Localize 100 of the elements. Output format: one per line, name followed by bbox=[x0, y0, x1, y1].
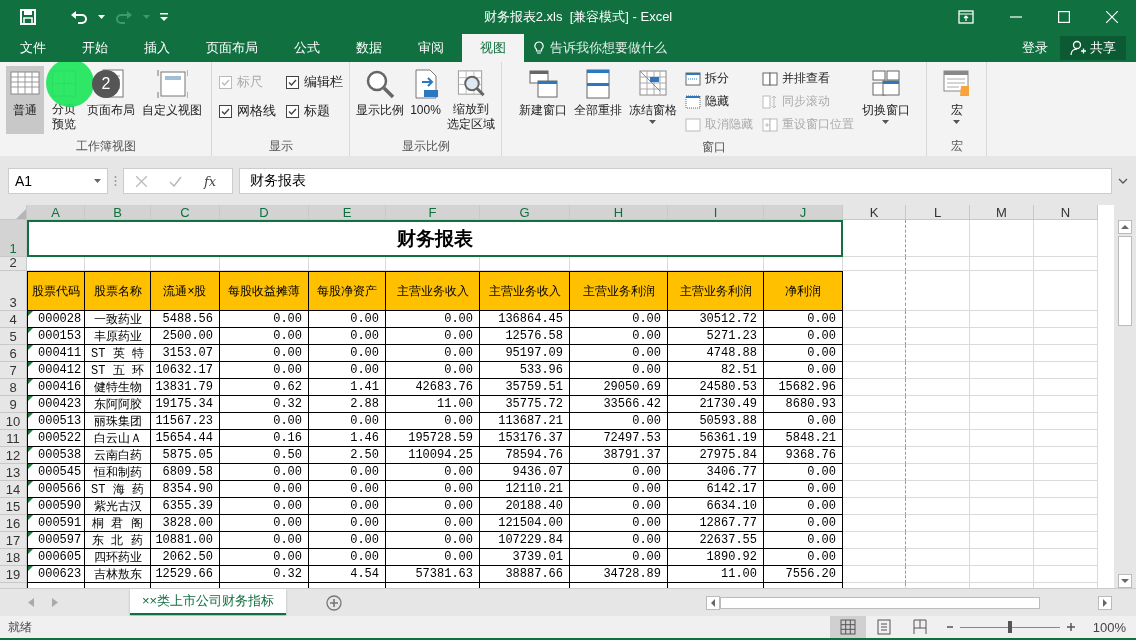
add-sheet-icon[interactable] bbox=[326, 595, 343, 611]
ribbon-button[interactable]: 显示比例 bbox=[354, 66, 407, 134]
ribbon-button[interactable]: 缩放到 选定区域 bbox=[444, 66, 497, 134]
table-cell bbox=[906, 549, 970, 566]
row-header[interactable]: 17 bbox=[0, 532, 27, 549]
share-button[interactable]: 共享 bbox=[1060, 36, 1126, 60]
ribbon-button[interactable]: 拆分 bbox=[684, 69, 753, 88]
row-header[interactable]: 15 bbox=[0, 498, 27, 515]
name-box[interactable]: A1 bbox=[8, 168, 108, 194]
row-header[interactable]: 19 bbox=[0, 566, 27, 583]
row-header[interactable]: 14 bbox=[0, 481, 27, 498]
row-header[interactable]: 6 bbox=[0, 345, 27, 362]
row-header[interactable]: 3 bbox=[0, 271, 27, 311]
checkbox-option[interactable]: 编辑栏 bbox=[285, 74, 343, 91]
scroll-left-icon[interactable] bbox=[706, 596, 720, 610]
ribbon-button[interactable]: 全部重排 bbox=[570, 66, 625, 134]
column-header[interactable]: N bbox=[1034, 205, 1098, 220]
column-header[interactable]: H bbox=[570, 205, 668, 220]
ribbon-button[interactable]: 宏 bbox=[937, 66, 976, 134]
zoom-level[interactable]: 100% bbox=[1076, 619, 1136, 635]
ribbon-button[interactable]: 自定义视图 bbox=[139, 66, 205, 134]
undo-icon[interactable] bbox=[70, 9, 88, 25]
menu-tab[interactable]: 数据 bbox=[338, 34, 400, 62]
customize-menu-icon[interactable] bbox=[160, 13, 168, 21]
column-header[interactable]: G bbox=[480, 205, 570, 220]
zoom-in-icon[interactable] bbox=[1066, 622, 1076, 632]
ribbon-button[interactable]: 切换窗口 bbox=[858, 66, 913, 134]
row-header[interactable]: 4 bbox=[0, 311, 27, 328]
slider-thumb[interactable] bbox=[1008, 621, 1012, 633]
checkbox-option[interactable]: 网格线 bbox=[218, 103, 276, 120]
sheet-tab[interactable]: ××类上市公司财务指标 bbox=[130, 589, 287, 615]
row-header[interactable]: 2 bbox=[0, 257, 27, 271]
checkbox-option[interactable]: 标题 bbox=[285, 103, 343, 120]
table-cell: 000538 bbox=[27, 447, 85, 464]
tell-me-placeholder: 告诉我你想要做什么 bbox=[550, 39, 667, 57]
column-header[interactable]: M bbox=[970, 205, 1034, 220]
column-header[interactable]: A bbox=[27, 205, 85, 220]
save-icon[interactable] bbox=[20, 9, 36, 25]
table-cell: 0.00 bbox=[570, 549, 668, 566]
column-header[interactable]: E bbox=[309, 205, 386, 220]
menu-tab[interactable]: 审阅 bbox=[400, 34, 462, 62]
sign-in-link[interactable]: 登录 bbox=[1022, 34, 1048, 62]
table-cell: 12110.21 bbox=[480, 481, 570, 498]
scroll-down-icon[interactable] bbox=[1118, 574, 1132, 588]
menu-tab[interactable]: 插入 bbox=[126, 34, 188, 62]
ribbon-button[interactable]: 冻结窗格 bbox=[625, 66, 680, 134]
ribbon-button[interactable]: 100% bbox=[407, 66, 444, 134]
menu-tab[interactable]: 公式 bbox=[276, 34, 338, 62]
row-header[interactable]: 7 bbox=[0, 362, 27, 379]
formula-field[interactable]: 财务报表 bbox=[239, 168, 1112, 194]
row-header[interactable]: 18 bbox=[0, 549, 27, 566]
table-cell bbox=[906, 311, 970, 328]
column-header[interactable]: C bbox=[151, 205, 220, 220]
zoom-out-icon[interactable] bbox=[946, 623, 954, 631]
insert-function-button[interactable]: fx bbox=[204, 173, 217, 189]
vertical-scrollbar[interactable] bbox=[1114, 205, 1136, 588]
scrollbar-thumb[interactable] bbox=[720, 597, 1040, 609]
checkbox[interactable] bbox=[285, 105, 299, 118]
checkbox[interactable] bbox=[218, 105, 232, 118]
ribbon-display-icon[interactable] bbox=[958, 10, 974, 24]
menu-tab[interactable]: 页面布局 bbox=[188, 34, 276, 62]
tell-me-box[interactable]: 告诉我你想要做什么 bbox=[534, 34, 667, 62]
ribbon-button[interactable]: 新建窗口 bbox=[515, 66, 570, 134]
expand-icon[interactable] bbox=[1118, 178, 1128, 184]
checkbox[interactable] bbox=[285, 76, 299, 89]
row-header[interactable]: 16 bbox=[0, 515, 27, 532]
row-header[interactable]: 12 bbox=[0, 447, 27, 464]
caret-icon[interactable] bbox=[98, 15, 105, 19]
caret-icon[interactable] bbox=[94, 179, 101, 183]
row-header[interactable]: 10 bbox=[0, 413, 27, 430]
scroll-up-icon[interactable] bbox=[1118, 220, 1132, 234]
checkbox-label: 网格线 bbox=[236, 103, 276, 120]
column-header[interactable]: L bbox=[906, 205, 970, 220]
column-header[interactable]: K bbox=[843, 205, 906, 220]
row-header[interactable]: 9 bbox=[0, 396, 27, 413]
column-header[interactable]: J bbox=[764, 205, 843, 220]
column-header[interactable]: D bbox=[220, 205, 309, 220]
menu-tab[interactable]: 文件 bbox=[0, 34, 64, 62]
row-header[interactable]: 13 bbox=[0, 464, 27, 481]
table-cell: 0.00 bbox=[386, 311, 480, 328]
row-header[interactable]: 8 bbox=[0, 379, 27, 396]
checkbox-label: 编辑栏 bbox=[303, 74, 343, 91]
row-header[interactable]: 1 bbox=[0, 220, 27, 257]
ribbon-button[interactable]: 并排查看 bbox=[761, 69, 854, 88]
ribbon-button[interactable]: 隐藏 bbox=[684, 92, 753, 111]
row-header[interactable]: 5 bbox=[0, 328, 27, 345]
scrollbar-thumb[interactable] bbox=[1118, 236, 1132, 326]
view-button[interactable] bbox=[830, 616, 866, 638]
close-icon[interactable] bbox=[1106, 11, 1118, 23]
column-header[interactable]: I bbox=[668, 205, 764, 220]
ribbon-button[interactable]: 普通 bbox=[6, 66, 44, 134]
horizontal-scrollbar[interactable] bbox=[706, 596, 1112, 610]
menu-tab[interactable]: 开始 bbox=[64, 34, 126, 62]
menu-tab[interactable]: 视图 bbox=[462, 34, 524, 62]
column-header[interactable]: B bbox=[85, 205, 151, 220]
scroll-right-icon[interactable] bbox=[1098, 596, 1112, 610]
table-cell bbox=[906, 498, 970, 515]
row-header[interactable]: 11 bbox=[0, 430, 27, 447]
column-header[interactable]: F bbox=[386, 205, 480, 220]
maximize-icon[interactable] bbox=[1058, 11, 1070, 23]
